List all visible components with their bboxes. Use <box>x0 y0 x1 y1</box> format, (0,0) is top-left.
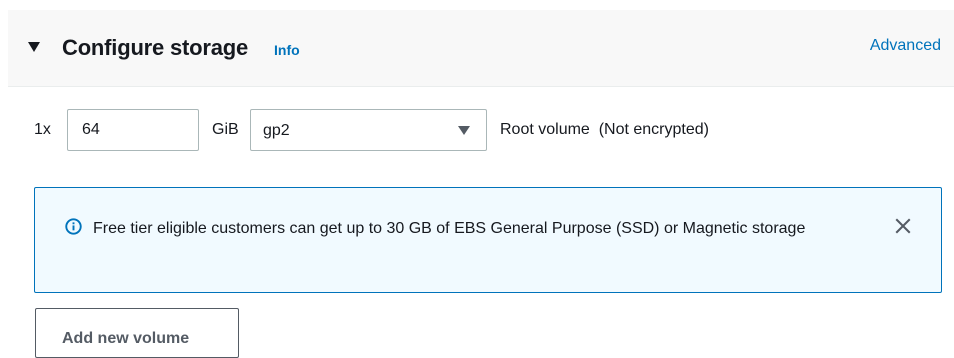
close-icon[interactable] <box>894 217 912 235</box>
volume-type-select[interactable]: gp2 <box>250 109 487 151</box>
alert-message: Free tier eligible customers can get up … <box>93 220 806 237</box>
section-divider <box>8 86 954 87</box>
info-link[interactable]: Info <box>274 42 300 58</box>
dropdown-arrow-icon <box>458 126 470 135</box>
volume-description: Root volume (Not encrypted) <box>500 121 709 138</box>
section-title[interactable]: Configure storage <box>62 35 248 61</box>
advanced-link[interactable]: Advanced <box>870 37 941 55</box>
volume-type-value: gp2 <box>263 122 290 139</box>
volume-size-unit: GiB <box>212 121 239 138</box>
caret-down-icon[interactable] <box>28 42 40 52</box>
volume-count-label: 1x <box>34 121 51 138</box>
info-circle-icon <box>65 218 82 235</box>
volume-size-input[interactable] <box>67 109 199 151</box>
add-new-volume-button[interactable]: Add new volume <box>35 308 239 358</box>
free-tier-alert: Free tier eligible customers can get up … <box>34 187 942 293</box>
